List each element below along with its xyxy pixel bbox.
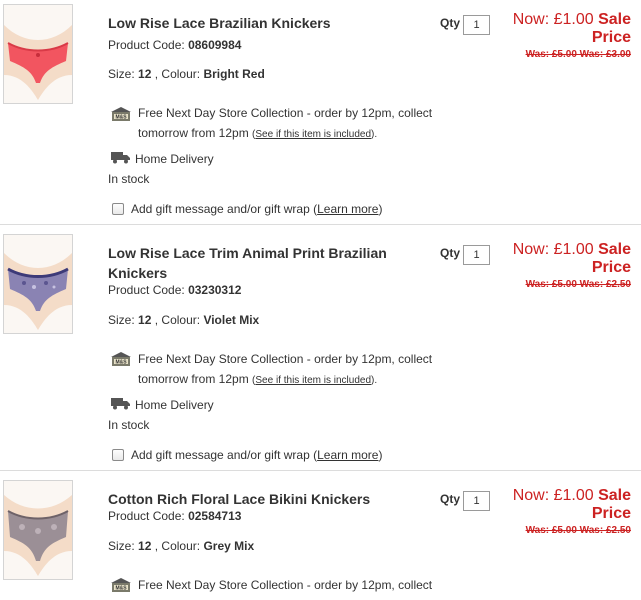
learn-more-link[interactable]: Learn more	[317, 202, 378, 216]
product-code: Product Code: 08609984	[108, 38, 242, 52]
ms-store-icon: M&S	[111, 107, 131, 121]
was-price: Was: £5.00 Was: £2.50	[525, 525, 631, 536]
svg-text:M&S: M&S	[115, 360, 127, 366]
item-divider	[0, 224, 641, 225]
size-colour: Size: 12 , Colour: Grey Mix	[108, 539, 255, 553]
ms-store-icon: M&S	[111, 352, 131, 366]
home-delivery: Home Delivery	[135, 398, 214, 412]
store-collection-info: Free Next Day Store Collection - order b…	[138, 352, 433, 386]
price-block: Now: £1.00 Sale Price Was: £5.00 Was: £3…	[491, 11, 631, 60]
store-collection-info: Free Next Day Store Collection - order b…	[138, 106, 433, 140]
truck-icon	[111, 398, 130, 410]
ms-store-icon: M&S	[111, 578, 131, 592]
product-title[interactable]: Low Rise Lace Trim Animal Print Brazilia…	[108, 243, 408, 283]
qty-label: Qty	[440, 492, 461, 506]
store-collection-info: Free Next Day Store Collection - order b…	[138, 578, 433, 592]
gift-message-option: Add gift message and/or gift wrap (Learn…	[131, 448, 383, 462]
learn-more-link[interactable]: Learn more	[317, 448, 378, 462]
stock-status: In stock	[108, 418, 150, 432]
product-image[interactable]	[3, 234, 73, 334]
basket-item: Cotton Rich Floral Lace Bikini Knickers …	[0, 480, 641, 600]
now-price: Now: £1.00 Sale Price	[512, 11, 631, 46]
price-block: Now: £1.00 Sale Price Was: £5.00 Was: £2…	[491, 241, 631, 290]
was-price: Was: £5.00 Was: £3.00	[525, 49, 631, 60]
see-if-included-link[interactable]: See if this item is included	[255, 375, 371, 386]
qty-input[interactable]	[463, 15, 490, 35]
qty-input[interactable]	[463, 491, 490, 511]
gift-checkbox[interactable]	[112, 449, 124, 461]
product-code: Product Code: 03230312	[108, 283, 242, 297]
svg-text:M&S: M&S	[115, 586, 127, 592]
qty-label: Qty	[440, 16, 461, 30]
see-if-included-link[interactable]: See if this item is included	[255, 129, 371, 140]
gift-message-option: Add gift message and/or gift wrap (Learn…	[131, 202, 383, 216]
qty-input[interactable]	[463, 245, 490, 265]
product-image[interactable]	[3, 4, 73, 104]
now-price: Now: £1.00 Sale Price	[512, 487, 631, 522]
item-divider	[0, 470, 641, 471]
product-code: Product Code: 02584713	[108, 509, 242, 523]
product-title[interactable]: Low Rise Lace Brazilian Knickers	[108, 13, 408, 33]
stock-status: In stock	[108, 172, 150, 186]
qty-label: Qty	[440, 246, 461, 260]
basket-item: Low Rise Lace Brazilian Knickers Qty Now…	[0, 4, 641, 250]
home-delivery: Home Delivery	[135, 152, 214, 166]
now-price: Now: £1.00 Sale Price	[512, 241, 631, 276]
truck-icon	[111, 152, 130, 164]
gift-checkbox[interactable]	[112, 203, 124, 215]
price-block: Now: £1.00 Sale Price Was: £5.00 Was: £2…	[491, 487, 631, 536]
product-image[interactable]	[3, 480, 73, 580]
was-price: Was: £5.00 Was: £2.50	[525, 279, 631, 290]
svg-text:M&S: M&S	[115, 115, 127, 121]
size-colour: Size: 12 , Colour: Bright Red	[108, 67, 265, 81]
size-colour: Size: 12 , Colour: Violet Mix	[108, 313, 260, 327]
product-title[interactable]: Cotton Rich Floral Lace Bikini Knickers	[108, 489, 408, 509]
basket-item: Low Rise Lace Trim Animal Print Brazilia…	[0, 234, 641, 480]
